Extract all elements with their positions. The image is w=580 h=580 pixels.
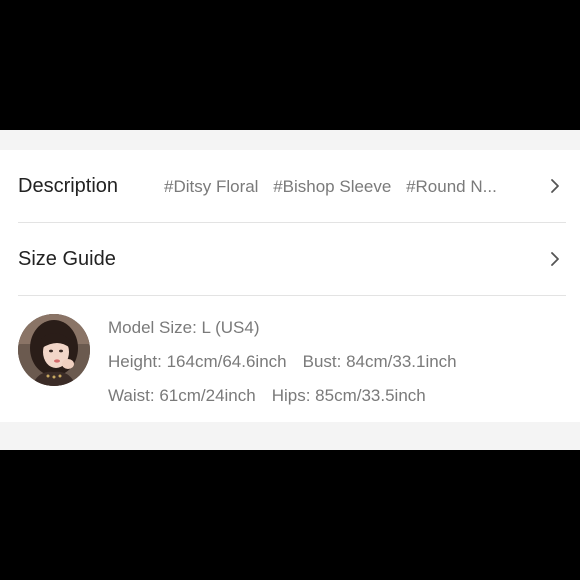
model-measurements-line-1: Height: 164cm/64.6inch Bust: 84cm/33.1inc… xyxy=(108,351,457,373)
model-avatar xyxy=(18,314,90,386)
chevron-right-icon xyxy=(551,179,559,193)
tag-round-neck: #Round N... xyxy=(406,177,497,196)
tag-bishop-sleeve: #Bishop Sleeve xyxy=(273,177,392,196)
chevron-right-icon xyxy=(551,252,559,266)
screen: Description #Ditsy Floral #Bishop Sleeve… xyxy=(0,0,580,580)
description-label: Description xyxy=(18,175,119,197)
model-height: Height: 164cm/64.6inch xyxy=(108,352,287,371)
size-guide-row[interactable]: Size Guide xyxy=(0,223,580,295)
size-guide-label: Size Guide xyxy=(18,248,116,270)
product-info-panel: Description #Ditsy Floral #Bishop Sleeve… xyxy=(0,130,580,450)
model-waist: Waist: 61cm/24inch xyxy=(108,386,256,405)
tag-ditsy-floral: #Ditsy Floral xyxy=(164,177,259,196)
avatar-image xyxy=(18,314,90,386)
model-hips: Hips: 85cm/33.5inch xyxy=(271,386,426,405)
model-bust: Bust: 84cm/33.1inch xyxy=(302,352,457,371)
model-info: Model Size: L (US4) Height: 164cm/64.6in… xyxy=(0,296,580,422)
description-row[interactable]: Description #Ditsy Floral #Bishop Sleeve… xyxy=(0,150,580,222)
product-info-card: Description #Ditsy Floral #Bishop Sleeve… xyxy=(0,150,580,422)
description-tags: #Ditsy Floral #Bishop Sleeve #Round N... xyxy=(164,176,529,198)
model-size-text: Model Size: L (US4) xyxy=(108,318,260,337)
model-measurements-line-2: Waist: 61cm/24inch Hips: 85cm/33.5inch xyxy=(108,385,426,407)
